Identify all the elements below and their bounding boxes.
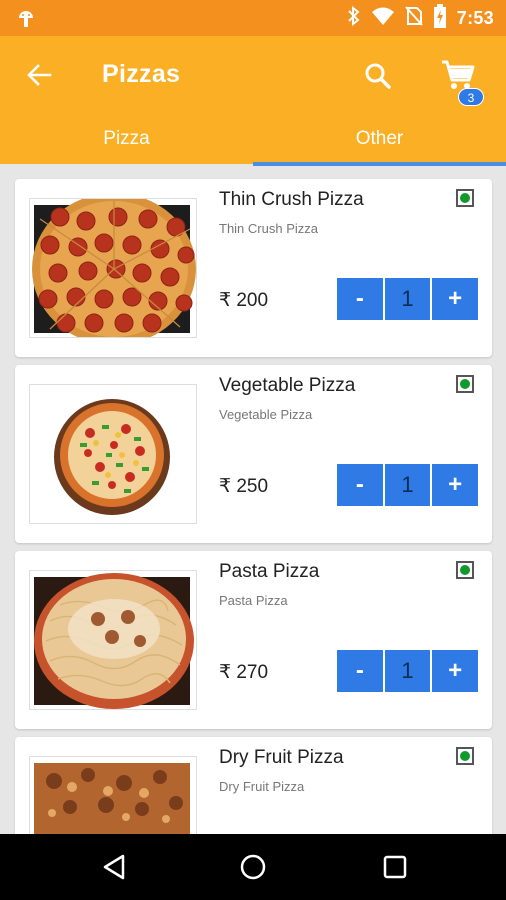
bluetooth-icon bbox=[347, 5, 361, 31]
product-price: ₹ 200 bbox=[219, 290, 269, 311]
pepperoni-pizza-image bbox=[29, 198, 197, 338]
product-card[interactable]: Thin Crush Pizza Thin Crush Pizza ₹ 200 … bbox=[15, 179, 492, 357]
product-subtitle: Vegetable Pizza bbox=[219, 407, 313, 422]
increase-button[interactable]: + bbox=[432, 278, 479, 320]
search-button[interactable] bbox=[360, 58, 396, 94]
page-title: Pizzas bbox=[102, 60, 181, 88]
nav-back-button[interactable] bbox=[97, 850, 131, 884]
veg-indicator bbox=[456, 375, 474, 393]
no-sim-icon bbox=[405, 5, 423, 31]
product-name: Vegetable Pizza bbox=[219, 375, 356, 396]
product-subtitle: Dry Fruit Pizza bbox=[219, 779, 305, 794]
tab-bar: Pizza Other bbox=[0, 128, 506, 166]
nav-home-button[interactable] bbox=[236, 850, 270, 884]
product-price: ₹ 270 bbox=[219, 662, 269, 683]
recents-square-icon bbox=[383, 855, 407, 879]
status-time: 7:53 bbox=[456, 7, 494, 28]
tab-other[interactable]: Other bbox=[253, 128, 506, 166]
product-name: Pasta Pizza bbox=[219, 561, 320, 582]
dry-fruit-pizza-image bbox=[29, 756, 197, 834]
navigation-bar bbox=[0, 834, 506, 900]
tab-pizza[interactable]: Pizza bbox=[0, 128, 253, 164]
product-card[interactable]: Vegetable Pizza Vegetable Pizza ₹ 250 - … bbox=[15, 365, 492, 543]
increase-button[interactable]: + bbox=[432, 464, 479, 506]
quantity-stepper: - 1 + bbox=[337, 464, 479, 506]
nav-recents-button[interactable] bbox=[378, 850, 412, 884]
increase-button[interactable]: + bbox=[432, 650, 479, 692]
home-circle-icon bbox=[240, 854, 266, 880]
quantity-stepper: - 1 + bbox=[337, 650, 479, 692]
decrease-button[interactable]: - bbox=[337, 278, 383, 320]
back-arrow-icon bbox=[27, 64, 52, 86]
veg-indicator bbox=[456, 747, 474, 765]
decrease-button[interactable]: - bbox=[337, 464, 383, 506]
battery-charging-icon bbox=[433, 3, 447, 33]
product-name: Thin Crush Pizza bbox=[219, 189, 364, 210]
product-list: Thin Crush Pizza Thin Crush Pizza ₹ 200 … bbox=[0, 164, 506, 834]
cart-icon bbox=[442, 60, 475, 89]
quantity-value: 1 bbox=[384, 650, 431, 692]
veg-indicator bbox=[456, 189, 474, 207]
product-subtitle: Thin Crush Pizza bbox=[219, 221, 318, 236]
cart-count-badge: 3 bbox=[458, 88, 484, 106]
product-card[interactable]: Dry Fruit Pizza Dry Fruit Pizza bbox=[15, 737, 492, 834]
back-triangle-icon bbox=[103, 854, 125, 880]
quantity-value: 1 bbox=[384, 278, 431, 320]
product-price: ₹ 250 bbox=[219, 476, 269, 497]
product-subtitle: Pasta Pizza bbox=[219, 593, 288, 608]
search-icon bbox=[365, 63, 391, 89]
wifi-icon bbox=[371, 6, 395, 31]
android-icon bbox=[16, 8, 36, 35]
product-name: Dry Fruit Pizza bbox=[219, 747, 344, 768]
decrease-button[interactable]: - bbox=[337, 650, 383, 692]
back-button[interactable] bbox=[22, 58, 56, 92]
veg-indicator bbox=[456, 561, 474, 579]
app-bar: Pizzas 3 Pizza Other bbox=[0, 36, 506, 166]
pasta-pizza-image bbox=[29, 570, 197, 710]
status-bar: 7:53 bbox=[0, 0, 506, 36]
vegetable-pizza-image bbox=[29, 384, 197, 524]
quantity-value: 1 bbox=[384, 464, 431, 506]
quantity-stepper: - 1 + bbox=[337, 278, 479, 320]
product-card[interactable]: Pasta Pizza Pasta Pizza ₹ 270 - 1 + bbox=[15, 551, 492, 729]
